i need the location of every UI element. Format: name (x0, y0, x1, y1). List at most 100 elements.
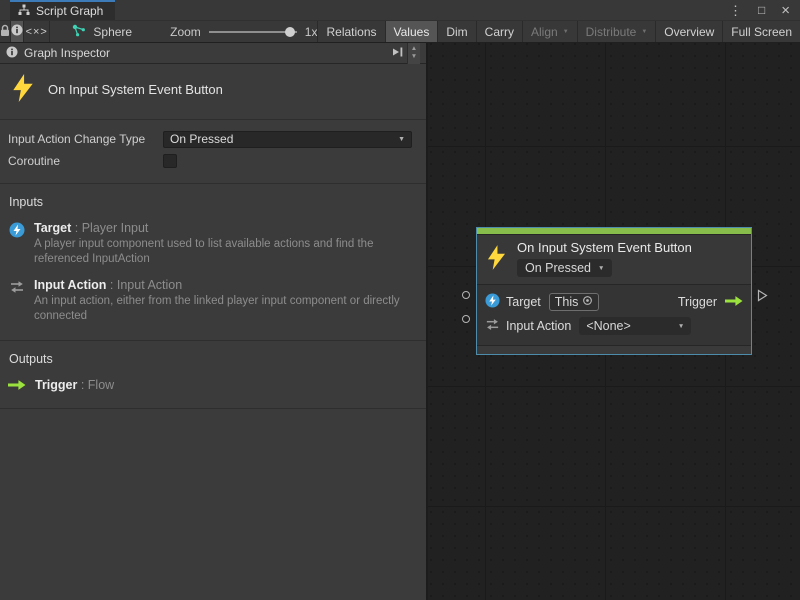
chevron-down-icon: ▼ (598, 265, 604, 272)
port-type: Player Input (82, 221, 149, 235)
lightning-bolt-icon (487, 245, 506, 273)
player-input-icon (485, 293, 500, 311)
graph-node-icon (72, 24, 86, 40)
node-body: Target This Trigger (477, 284, 751, 345)
chevron-down-icon: ▼ (678, 323, 684, 330)
port-description: A player input component used to list av… (34, 237, 406, 266)
info-icon (11, 24, 23, 39)
field-row: Input Action Change Type On Pressed ▼ (8, 129, 418, 149)
variables-icon: <×> (26, 26, 48, 38)
chevron-down-icon: ▼ (563, 29, 569, 35)
tab-script-graph[interactable]: Script Graph (10, 0, 115, 20)
scroll-down-icon[interactable]: ▼ (411, 53, 417, 61)
inspector-title: Graph Inspector (24, 46, 110, 60)
zoom-slider-knob[interactable] (285, 27, 295, 37)
port-name: Trigger (35, 378, 77, 392)
change-type-dropdown[interactable]: On Pressed ▼ (163, 131, 412, 148)
event-node[interactable]: On Input System Event Button On Pressed … (476, 227, 752, 355)
zoom-slider-track[interactable] (209, 31, 297, 33)
node-title: On Input System Event Button (517, 240, 692, 255)
outputs-section: Outputs Trigger : Flow (0, 341, 426, 409)
input-action-dropdown[interactable]: <None> ▼ (579, 317, 691, 335)
field-label: Coroutine (8, 154, 163, 168)
script-graph-window: Script Graph ⋮ □ × (0, 0, 800, 600)
input-action-input-port[interactable] (462, 315, 470, 323)
overview-button[interactable]: Overview (655, 21, 722, 42)
port-type: Input Action (117, 278, 182, 292)
toolbar: <×> Sphere Zoom 1x Relations Val (0, 20, 800, 43)
port-row-input-action: Input Action : Input Action An input act… (8, 278, 418, 323)
variables-button[interactable]: <×> (24, 21, 50, 42)
flow-arrow-icon (725, 295, 743, 310)
relations-button[interactable]: Relations (317, 21, 384, 42)
inspector-header: Graph Inspector ▲ ▼ (0, 43, 426, 64)
node-row-target: Target This Trigger (485, 290, 743, 314)
window-menu-icon[interactable]: ⋮ (729, 4, 742, 17)
distribute-button[interactable]: Distribute ▼ (577, 21, 656, 42)
inputs-header: Inputs (9, 195, 418, 209)
flow-arrow-icon (8, 378, 26, 391)
object-picker-icon[interactable] (582, 295, 593, 309)
node-color-bar (477, 228, 751, 235)
carry-button[interactable]: Carry (476, 21, 522, 42)
dim-button[interactable]: Dim (437, 21, 475, 42)
trigger-output-port[interactable] (757, 289, 768, 305)
graph-hierarchy-icon (18, 4, 30, 19)
input-action-port-label: Input Action (506, 319, 571, 333)
close-icon[interactable]: × (781, 3, 790, 18)
zoom-label: Zoom (170, 25, 201, 39)
inspected-node-header: On Input System Event Button (0, 64, 426, 120)
scroll-up-icon[interactable]: ▲ (411, 45, 417, 53)
outputs-header: Outputs (9, 352, 418, 366)
toolbar-toggles: Relations Values Dim Carry Align ▼ Distr… (317, 21, 800, 42)
tab-label: Script Graph (36, 4, 103, 18)
port-type: Flow (88, 378, 114, 392)
field-row: Coroutine (8, 151, 418, 171)
node-row-input-action: Input Action <None> ▼ (485, 314, 743, 338)
graph-canvas[interactable]: On Input System Event Button On Pressed … (428, 43, 800, 600)
inspector-toggle-button[interactable] (11, 21, 24, 42)
chevron-down-icon: ▼ (641, 29, 647, 35)
zoom-slider[interactable] (209, 27, 297, 37)
zoom-control: Zoom 1x (142, 21, 317, 42)
graph-breadcrumb[interactable]: Sphere (50, 21, 142, 42)
inputs-section: Inputs Target : Player Input A player in… (0, 184, 426, 341)
zoom-value: 1x (305, 25, 318, 39)
inspector-scrollbar[interactable]: ▲ ▼ (407, 43, 420, 64)
align-button[interactable]: Align ▼ (522, 21, 577, 42)
dock-panel-icon[interactable] (391, 46, 404, 61)
values-button[interactable]: Values (385, 21, 438, 42)
coroutine-checkbox[interactable] (163, 154, 177, 168)
inspector-empty-area (0, 409, 426, 600)
input-action-icon (8, 278, 25, 295)
maximize-icon[interactable]: □ (758, 4, 765, 16)
input-action-icon (485, 317, 500, 335)
port-name: Target (34, 221, 71, 235)
port-row-trigger: Trigger : Flow (8, 378, 418, 392)
target-input-port[interactable] (462, 291, 470, 299)
target-value-field[interactable]: This (549, 293, 600, 311)
inspected-node-title: On Input System Event Button (48, 82, 223, 97)
port-name: Input Action (34, 278, 106, 292)
main-area: Graph Inspector ▲ ▼ (0, 43, 800, 600)
chevron-down-icon: ▼ (398, 136, 405, 143)
lock-button[interactable] (0, 21, 11, 42)
port-description: An input action, either from the linked … (34, 294, 406, 323)
field-label: Input Action Change Type (8, 132, 163, 146)
target-port-label: Target (506, 295, 541, 309)
titlebar: Script Graph ⋮ □ × (0, 0, 800, 20)
node-header[interactable]: On Input System Event Button On Pressed … (477, 235, 751, 284)
event-mode-dropdown[interactable]: On Pressed ▼ (517, 259, 612, 277)
window-controls: ⋮ □ × (729, 0, 800, 20)
fullscreen-button[interactable]: Full Screen (722, 21, 800, 42)
info-icon (6, 46, 18, 61)
node-footer (477, 345, 751, 354)
lightning-bolt-icon (12, 74, 34, 105)
lock-icon (0, 24, 10, 40)
graph-inspector-panel: Graph Inspector ▲ ▼ (0, 43, 428, 600)
port-row-target: Target : Player Input A player input com… (8, 221, 418, 266)
player-input-icon (8, 221, 25, 238)
graph-name: Sphere (93, 25, 132, 39)
trigger-port-label: Trigger (678, 295, 717, 309)
node-settings: Input Action Change Type On Pressed ▼ Co… (0, 120, 426, 184)
